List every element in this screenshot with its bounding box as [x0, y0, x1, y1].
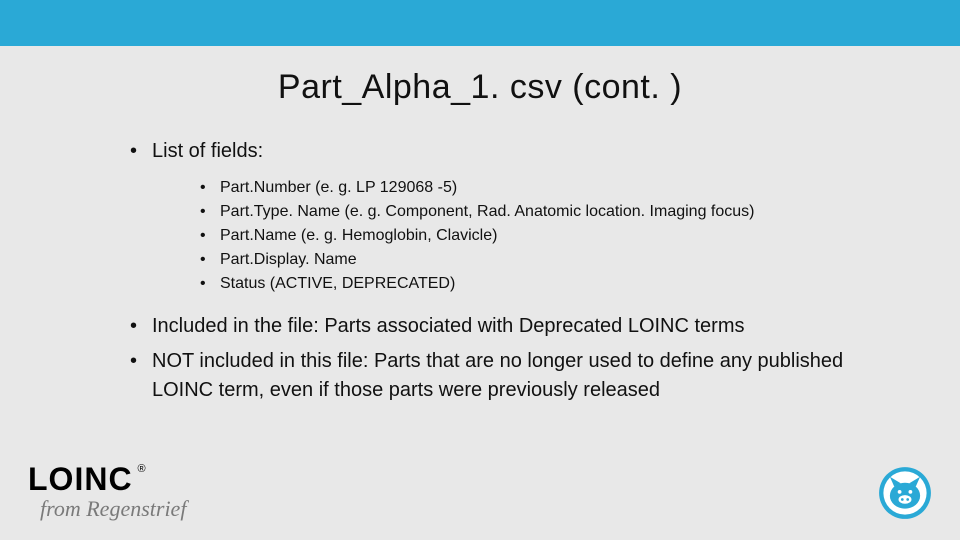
field-text: Part.Display. Name	[220, 251, 357, 268]
bullet-text: List of fields:	[152, 140, 263, 162]
loinc-tagline: from Regenstrief	[40, 496, 186, 522]
regenstrief-pig-icon	[878, 466, 932, 520]
footer-logo-block: LOINC ® from Regenstrief	[28, 461, 186, 522]
registered-mark: ®	[138, 463, 146, 475]
fields-sublist: Part.Number (e. g. LP 129068 -5) Part.Ty…	[192, 176, 850, 296]
field-item: Part.Number (e. g. LP 129068 -5)	[192, 176, 850, 200]
bullet-text: NOT included in this file: Parts that ar…	[152, 350, 843, 401]
slide-title: Part_Alpha_1. csv (cont. )	[0, 68, 960, 107]
field-item: Part.Type. Name (e. g. Component, Rad. A…	[192, 200, 850, 224]
bullet-text: Included in the file: Parts associated w…	[152, 315, 745, 337]
field-text: Part.Type. Name (e. g. Component, Rad. A…	[220, 203, 754, 220]
field-text: Part.Name (e. g. Hemoglobin, Clavicle)	[220, 227, 497, 244]
loinc-logo-text: LOINC	[28, 461, 133, 498]
field-item: Status (ACTIVE, DEPRECATED)	[192, 272, 850, 296]
top-accent-bar	[0, 0, 960, 46]
loinc-logo: LOINC ®	[28, 461, 146, 498]
field-item: Part.Name (e. g. Hemoglobin, Clavicle)	[192, 224, 850, 248]
field-text: Part.Number (e. g. LP 129068 -5)	[220, 179, 457, 196]
slide-body: List of fields: Part.Number (e. g. LP 12…	[120, 137, 850, 405]
bullet-included: Included in the file: Parts associated w…	[120, 312, 850, 341]
field-item: Part.Display. Name	[192, 248, 850, 272]
field-text: Status (ACTIVE, DEPRECATED)	[220, 275, 455, 292]
bullet-not-included: NOT included in this file: Parts that ar…	[120, 347, 850, 405]
bullet-list-of-fields: List of fields: Part.Number (e. g. LP 12…	[120, 137, 850, 296]
